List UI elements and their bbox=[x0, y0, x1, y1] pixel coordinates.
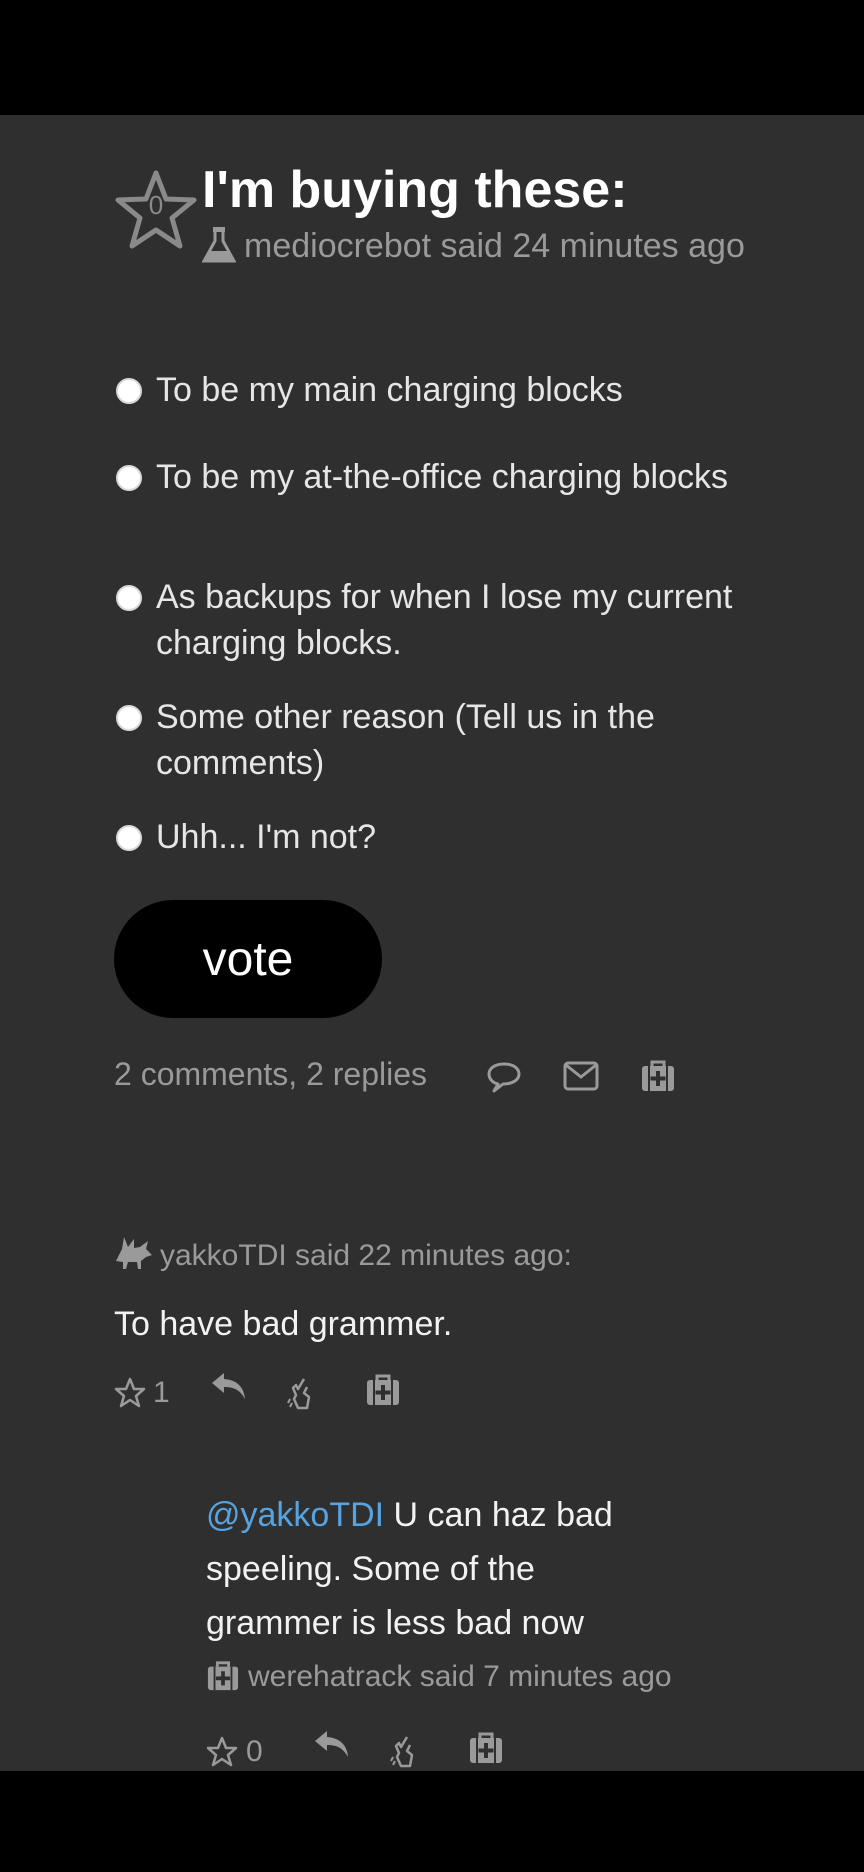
snap-fingers-icon[interactable] bbox=[389, 1733, 419, 1771]
medkit-icon[interactable] bbox=[640, 1059, 676, 1098]
poll-option[interactable]: Some other reason (Tell us in the commen… bbox=[114, 694, 754, 790]
option-label: To be my at-the-office charging blocks bbox=[156, 458, 728, 496]
comment-header-text: yakkoTDI said 22 minutes ago: bbox=[160, 1239, 572, 1272]
option-label: To be my main charging blocks bbox=[156, 371, 623, 409]
post-star-button[interactable]: 0 bbox=[114, 169, 198, 253]
poll-option[interactable]: As backups for when I lose my current ch… bbox=[114, 574, 754, 670]
option-radio[interactable] bbox=[116, 585, 142, 611]
speech-bubble-icon[interactable] bbox=[486, 1061, 522, 1098]
post-star-count: 0 bbox=[148, 190, 164, 220]
reply-arrow-icon[interactable] bbox=[313, 1729, 351, 1766]
reply-header-text: werehatrack said 7 minutes ago bbox=[248, 1660, 672, 1693]
poll-title: I'm buying these: bbox=[202, 161, 628, 219]
comment-star-count: 1 bbox=[153, 1376, 170, 1409]
comments-summary[interactable]: 2 comments, 2 replies bbox=[114, 1056, 427, 1093]
option-radio[interactable] bbox=[116, 465, 142, 491]
medkit-icon bbox=[207, 1661, 239, 1691]
option-radio[interactable] bbox=[116, 378, 142, 404]
poll-page: 0 I'm buying these: mediocrebot said 24 … bbox=[0, 115, 864, 1771]
post-byline: mediocrebot said 24 minutes ago bbox=[201, 223, 762, 270]
moose-icon bbox=[116, 1237, 152, 1269]
option-label: Some other reason (Tell us in the commen… bbox=[156, 698, 655, 782]
byline-text: mediocrebot said 24 minutes ago bbox=[244, 227, 745, 265]
flask-icon bbox=[201, 227, 237, 263]
envelope-icon[interactable] bbox=[563, 1061, 599, 1096]
mention-link[interactable]: @yakkoTDI bbox=[206, 1496, 384, 1534]
poll-option[interactable]: To be my at-the-office charging blocks bbox=[114, 454, 754, 550]
medkit-icon[interactable] bbox=[468, 1731, 504, 1770]
reply-text: @yakkoTDI U can haz bad speeling. Some o… bbox=[206, 1488, 676, 1650]
option-radio[interactable] bbox=[116, 825, 142, 851]
medkit-icon[interactable] bbox=[365, 1373, 401, 1412]
option-label: As backups for when I lose my current ch… bbox=[156, 578, 733, 662]
comment-text: To have bad grammer. bbox=[114, 1305, 453, 1343]
reply-star-count: 0 bbox=[246, 1735, 263, 1768]
vote-button[interactable]: vote bbox=[114, 900, 382, 1018]
reply-arrow-icon[interactable] bbox=[210, 1371, 248, 1408]
star-icon[interactable] bbox=[206, 1736, 238, 1771]
poll-option[interactable]: To be my main charging blocks bbox=[114, 367, 754, 417]
star-icon[interactable] bbox=[114, 1377, 146, 1414]
comment-header: yakkoTDI said 22 minutes ago: bbox=[114, 1235, 572, 1273]
option-radio[interactable] bbox=[116, 705, 142, 731]
reply-header: werehatrack said 7 minutes ago bbox=[206, 1660, 672, 1694]
option-label: Uhh... I'm not? bbox=[156, 818, 377, 856]
snap-fingers-icon[interactable] bbox=[286, 1375, 316, 1416]
poll-option[interactable]: Uhh... I'm not? bbox=[114, 814, 754, 864]
